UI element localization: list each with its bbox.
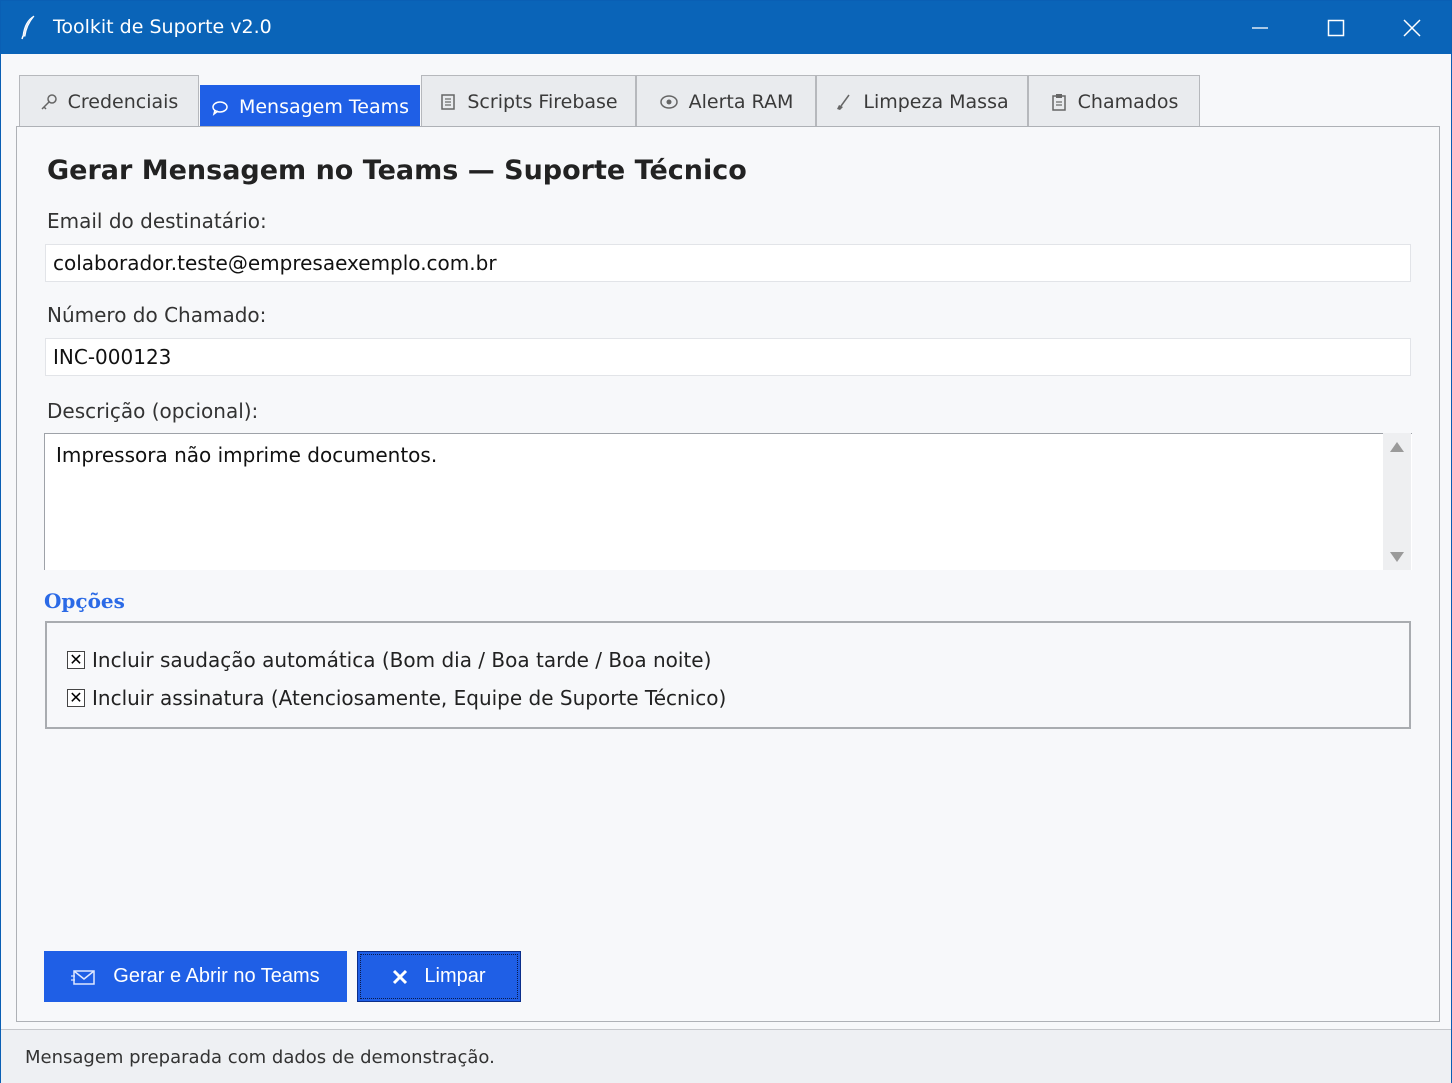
description-scrollbar[interactable]	[1383, 433, 1411, 570]
tab-label: Chamados	[1077, 90, 1179, 113]
title-bar[interactable]: Toolkit de Suporte v2.0	[1, 1, 1451, 54]
options-group: ✕ Incluir saudação automática (Bom dia /…	[45, 621, 1411, 729]
tab-label: Limpeza Massa	[863, 90, 1009, 113]
tab-alerta-ram[interactable]: Alerta RAM	[636, 75, 816, 127]
maximize-button[interactable]	[1298, 1, 1374, 54]
signature-checkbox-label[interactable]: Incluir assinatura (Atenciosamente, Equi…	[92, 686, 726, 710]
app-window: Toolkit de Suporte v2.0 Credenciais Mens…	[0, 0, 1452, 1083]
close-button[interactable]	[1374, 1, 1450, 54]
description-textarea[interactable]: Impressora não imprime documentos.	[44, 433, 1412, 570]
chat-bubble-icon	[211, 98, 229, 116]
tab-label: Alerta RAM	[688, 90, 794, 113]
minimize-icon	[1252, 26, 1268, 29]
close-icon	[1403, 18, 1421, 37]
signature-checkbox[interactable]: ✕	[67, 689, 85, 707]
page-title: Gerar Mensagem no Teams — Suporte Técnic…	[47, 155, 747, 186]
envelope-icon	[71, 968, 97, 986]
greeting-checkbox[interactable]: ✕	[67, 651, 85, 669]
minimize-button[interactable]	[1222, 1, 1298, 54]
generate-button-label: Gerar e Abrir no Teams	[113, 965, 320, 987]
clear-button-label: Limpar	[424, 965, 486, 987]
tab-mensagem-teams[interactable]: Mensagem Teams	[200, 85, 420, 128]
x-mark-icon	[392, 969, 408, 985]
feather-icon	[19, 14, 39, 40]
generate-open-teams-button[interactable]: Gerar e Abrir no Teams	[44, 951, 347, 1002]
scroll-down-icon[interactable]	[1390, 552, 1404, 562]
signature-option[interactable]: ✕ Incluir assinatura (Atenciosamente, Eq…	[67, 686, 726, 710]
clear-button[interactable]: Limpar	[357, 951, 521, 1002]
tab-label: Credenciais	[67, 90, 179, 113]
maximize-icon	[1327, 19, 1345, 36]
scroll-up-icon[interactable]	[1390, 442, 1404, 452]
options-title: Opções	[44, 589, 125, 613]
key-icon	[40, 93, 58, 111]
tab-label: Scripts Firebase	[467, 90, 618, 113]
description-label: Descrição (opcional):	[47, 399, 259, 423]
tab-label: Mensagem Teams	[238, 96, 410, 118]
ticket-number-field[interactable]	[45, 338, 1411, 376]
window-title: Toolkit de Suporte v2.0	[53, 16, 272, 38]
email-label: Email do destinatário:	[47, 209, 267, 233]
ticket-number-label: Número do Chamado:	[47, 303, 267, 327]
greeting-checkbox-label[interactable]: Incluir saudação automática (Bom dia / B…	[92, 648, 711, 672]
tab-limpeza-massa[interactable]: Limpeza Massa	[816, 75, 1028, 127]
broom-icon	[835, 93, 853, 111]
tab-credenciais[interactable]: Credenciais	[19, 75, 199, 127]
memory-icon	[659, 93, 679, 111]
status-bar: Mensagem preparada com dados de demonstr…	[1, 1029, 1451, 1083]
email-field[interactable]	[45, 244, 1411, 282]
scroll-icon	[439, 93, 457, 111]
description-text: Impressora não imprime documentos.	[56, 443, 438, 467]
status-text: Mensagem preparada com dados de demonstr…	[25, 1047, 495, 1068]
greeting-option[interactable]: ✕ Incluir saudação automática (Bom dia /…	[67, 648, 711, 672]
tab-scripts-firebase[interactable]: Scripts Firebase	[421, 75, 636, 127]
tab-chamados[interactable]: Chamados	[1028, 75, 1200, 127]
clipboard-icon	[1050, 93, 1068, 111]
